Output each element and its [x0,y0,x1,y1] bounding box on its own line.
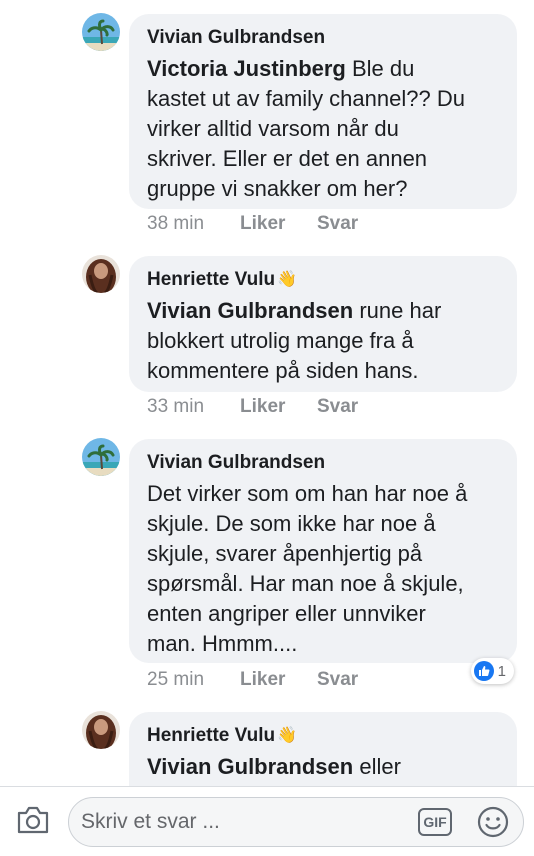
like-button[interactable]: Liker [240,396,317,418]
comment-text: Victoria Justinberg Ble du kastet ut av … [147,56,465,201]
comment-bubble[interactable]: Vivian Gulbrandsen Det virker som om han… [129,439,517,663]
comment-actions: 38 min Liker Svar [147,213,358,235]
comment-text: Vivian Gulbrandsen rune har blokkert utr… [147,298,442,383]
thumbs-up-icon [473,661,494,681]
smiley-icon[interactable] [476,805,510,844]
comment-author[interactable]: Henriette Vulu 👋 [147,268,499,292]
mention-link[interactable]: Victoria Justinberg [147,56,346,81]
comment-actions: 33 min Liker Svar [147,396,358,418]
camera-icon[interactable] [16,805,50,840]
gif-button[interactable]: GIF [418,808,452,836]
comment-time[interactable]: 33 min [147,396,240,418]
reaction-summary[interactable]: 1 [470,658,514,684]
comment-text: Vivian Gulbrandsen eller [147,754,401,779]
wave-badge-icon: 👋 [277,271,298,288]
comment-actions: 25 min Liker Svar [147,669,358,691]
portrait-avatar-icon [82,255,120,293]
comment-bubble[interactable]: Vivian Gulbrandsen Victoria Justinberg B… [129,14,517,209]
comment-text: Det virker som om han har noe å skjule. … [147,481,468,656]
avatar-vivian[interactable] [82,13,120,51]
wave-badge-icon: 👋 [277,727,298,744]
portrait-avatar-icon [82,711,120,749]
mention-link[interactable]: Vivian Gulbrandsen [147,754,353,779]
like-button[interactable]: Liker [240,669,317,691]
reply-button[interactable]: Svar [317,396,358,418]
comment-time[interactable]: 38 min [147,213,240,235]
mention-link[interactable]: Vivian Gulbrandsen [147,298,353,323]
reply-input[interactable]: Skriv et svar ... GIF [68,797,524,847]
avatar-henriette[interactable] [82,711,120,749]
comment-author[interactable]: Henriette Vulu 👋 [147,724,499,748]
comment-author[interactable]: Vivian Gulbrandsen [147,451,499,475]
avatar-vivian[interactable] [82,438,120,476]
like-button[interactable]: Liker [240,213,317,235]
comment-bubble[interactable]: Henriette Vulu 👋 Vivian Gulbrandsen rune … [129,256,517,392]
avatar-henriette[interactable] [82,255,120,293]
comment-author[interactable]: Vivian Gulbrandsen [147,26,499,50]
reply-button[interactable]: Svar [317,213,358,235]
reply-placeholder: Skriv et svar ... [81,810,220,833]
palm-beach-avatar-icon [82,13,120,51]
comment-time[interactable]: 25 min [147,669,240,691]
reply-composer: Skriv et svar ... GIF [0,786,534,856]
reaction-count: 1 [497,662,506,680]
palm-beach-avatar-icon [82,438,120,476]
reply-button[interactable]: Svar [317,669,358,691]
